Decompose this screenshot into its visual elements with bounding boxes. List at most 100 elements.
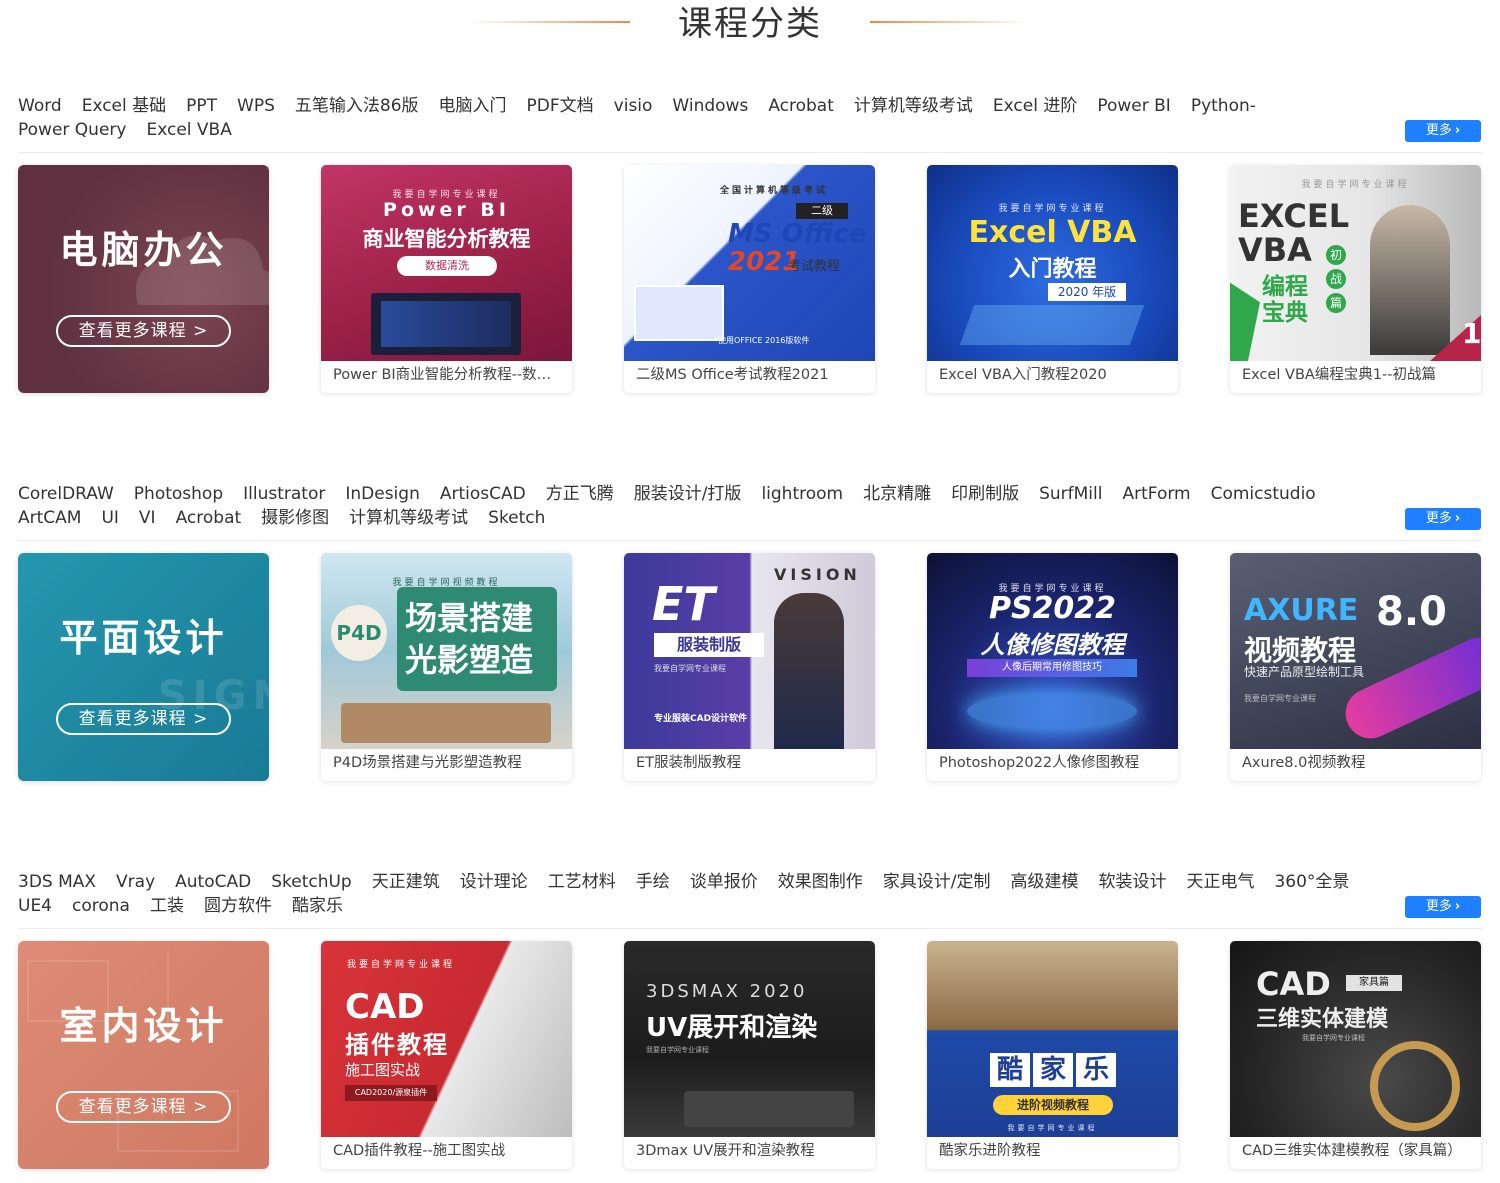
tag-link[interactable]: Photoshop [134, 482, 223, 506]
tag-link[interactable]: 摄影修图 [261, 506, 329, 530]
tag-link[interactable]: 服装设计/打版 [634, 482, 742, 506]
thumb-text: Excel VBA [968, 215, 1137, 250]
more-button[interactable]: 更多 › [1405, 120, 1481, 142]
tag-link[interactable]: corona [72, 894, 130, 918]
tag-link[interactable]: Excel 进阶 [993, 94, 1077, 118]
thumb-text: 三维实体建模 [1256, 1007, 1389, 1032]
tag-link[interactable]: visio [614, 94, 653, 118]
thumb-text: *使用OFFICE 2016版软件 [714, 336, 810, 345]
cloud-icon [136, 235, 269, 305]
thumb-badge: 2020 年版 [1048, 283, 1126, 301]
tag-link[interactable]: 天正电气 [1186, 870, 1254, 894]
tag-link[interactable]: Power Query [18, 118, 126, 142]
tag-link[interactable]: 五笔输入法86版 [295, 94, 419, 118]
tag-link[interactable]: 圆方软件 [204, 894, 272, 918]
tag-link[interactable]: SurfMill [1039, 482, 1102, 506]
tag-link[interactable]: 360°全景 [1274, 870, 1349, 894]
course-card[interactable]: 3DSMAX 2020 UV展开和渲染 我要自学网专业课程 3Dmax UV展开… [624, 941, 875, 1169]
thumb-text: 人像修图教程 [980, 631, 1125, 659]
tag-link[interactable]: 效果图制作 [778, 870, 863, 894]
tag-link[interactable]: 计算机等级考试 [349, 506, 468, 530]
tag-link[interactable]: Comicstudio [1211, 482, 1316, 506]
course-title: Axure8.0视频教程 [1242, 755, 1366, 771]
thumb-badge: 酷 [990, 1053, 1030, 1087]
course-card[interactable]: 酷 家 乐 进阶视频教程 我要自学网专业课程 酷家乐进阶教程 [927, 941, 1178, 1169]
course-title: Excel VBA入门教程2020 [939, 367, 1107, 383]
tag-link[interactable]: Vray [116, 870, 155, 894]
divider [18, 540, 1482, 541]
course-thumbnail: CAD 家具篇 三维实体建模 我要自学网专业课程 [1230, 941, 1481, 1137]
tag-link[interactable]: Power BI [1097, 94, 1170, 118]
tag-link[interactable]: ArtForm [1122, 482, 1190, 506]
tag-link[interactable]: 家具设计/定制 [883, 870, 991, 894]
course-card[interactable]: VISION ET 服装制版 我要自学网专业课程 专业服装CAD设计软件 ET服… [624, 553, 875, 781]
more-button[interactable]: 更多 › [1405, 508, 1481, 530]
tag-link[interactable]: Excel VBA [146, 118, 231, 142]
tag-link[interactable]: 北京精雕 [863, 482, 931, 506]
course-card[interactable]: 全国计算机等级考试 二级 MS Office 2021 考试教程 *使用OFFI… [624, 165, 875, 393]
category-card[interactable]: 室内设计 查看更多课程 > [18, 941, 269, 1169]
view-more-courses-button[interactable]: 查看更多课程 > [56, 703, 231, 735]
tag-link[interactable]: Windows [672, 94, 748, 118]
tag-link[interactable]: 电脑入门 [439, 94, 507, 118]
tag-link[interactable]: PDF文档 [527, 94, 594, 118]
tag-link[interactable]: WPS [237, 94, 275, 118]
tag-link[interactable]: 高级建模 [1010, 870, 1078, 894]
thumb-text: 光影塑造 [405, 641, 534, 679]
category-card[interactable]: 电脑办公 查看更多课程 > [18, 165, 269, 393]
category-section-interior: 3DS MAX Vray AutoCAD SketchUp 天正建筑 设计理论 工艺材料 手绘… [18, 870, 1482, 1170]
tag-link[interactable]: 计算机等级考试 [854, 94, 973, 118]
tag-link[interactable]: 软装设计 [1098, 870, 1166, 894]
tag-link[interactable]: Python- [1191, 94, 1256, 118]
course-card[interactable]: 我要自学网专业课程 CAD 插件教程 施工图实战 CAD2020/源泉插件 CA… [321, 941, 572, 1169]
course-title: 3Dmax UV展开和渲染教程 [636, 1143, 815, 1159]
course-card[interactable]: AXURE 8.0 视频教程 快速产品原型绘制工具 我要自学网专业课程 Axur… [1230, 553, 1481, 781]
tag-link[interactable]: Acrobat [176, 506, 242, 530]
tag-link[interactable]: PPT [186, 94, 217, 118]
thumb-text: 我要自学网专业课程 [654, 664, 726, 673]
course-card[interactable]: 我要自学网专业课程 PS2022 人像修图教程 人像后期常用修图技巧 Photo… [927, 553, 1178, 781]
tag-link[interactable]: VI [139, 506, 156, 530]
tag-link[interactable]: 酷家乐 [292, 894, 343, 918]
course-card[interactable]: 我要自学网专业课程 Excel VBA 入门教程 2020 年版 Excel V… [927, 165, 1178, 393]
view-more-courses-button[interactable]: 查看更多课程 > [56, 1091, 231, 1123]
tag-link[interactable]: InDesign [345, 482, 419, 506]
tag-link[interactable]: AutoCAD [175, 870, 251, 894]
tag-link[interactable]: 方正飞腾 [546, 482, 614, 506]
tag-link[interactable]: Illustrator [243, 482, 325, 506]
thumb-badge: 家具篇 [1346, 975, 1402, 991]
tag-link[interactable]: Word [18, 94, 62, 118]
thumb-text: 1 [1462, 317, 1481, 350]
tag-link[interactable]: 工艺材料 [548, 870, 616, 894]
tag-link[interactable]: CorelDRAW [18, 482, 114, 506]
thumb-text: CAD [1256, 965, 1331, 1003]
tag-link[interactable]: 谈单报价 [690, 870, 758, 894]
more-button[interactable]: 更多 › [1405, 896, 1481, 918]
view-more-courses-button[interactable]: 查看更多课程 > [56, 315, 231, 347]
tag-link[interactable]: Excel 基础 [82, 94, 166, 118]
tag-link[interactable]: SketchUp [271, 870, 352, 894]
tag-link[interactable]: 3DS MAX [18, 870, 96, 894]
tag-link[interactable]: 设计理论 [460, 870, 528, 894]
tag-link[interactable]: 印刷制版 [951, 482, 1019, 506]
course-card[interactable]: 我要自学网视频教程 P4D 场景搭建 光影塑造 P4D场景搭建与光影塑造教程 [321, 553, 572, 781]
course-card[interactable]: 我要自学网专业课程 Power BI 商业智能分析教程 数据清洗 Power B… [321, 165, 572, 393]
category-title: 平面设计 [59, 616, 228, 660]
tag-link[interactable]: UI [101, 506, 118, 530]
thumb-badge: 家 [1033, 1053, 1073, 1087]
tag-link[interactable]: 工装 [150, 894, 184, 918]
tag-link[interactable]: 天正建筑 [372, 870, 440, 894]
tag-link[interactable]: ArtiosCAD [440, 482, 526, 506]
tag-link[interactable]: UE4 [18, 894, 52, 918]
course-thumbnail: 我要自学网专业课程 EXCEL VBA 编程 宝典 初 战 篇 1 [1230, 165, 1481, 361]
thumb-badge: P4D [331, 605, 387, 661]
tag-link[interactable]: ArtCAM [18, 506, 81, 530]
tag-link[interactable]: Acrobat [768, 94, 834, 118]
course-card[interactable]: CAD 家具篇 三维实体建模 我要自学网专业课程 CAD三维实体建模教程（家具篇… [1230, 941, 1481, 1169]
tag-list: CorelDRAW Photoshop Illustrator InDesign Art… [18, 482, 1398, 530]
tag-link[interactable]: 手绘 [636, 870, 670, 894]
tag-link[interactable]: Sketch [488, 506, 545, 530]
tag-link[interactable]: lightroom [761, 482, 843, 506]
course-card[interactable]: 我要自学网专业课程 EXCEL VBA 编程 宝典 初 战 篇 1 Excel … [1230, 165, 1481, 393]
category-card[interactable]: SIGN 平面设计 查看更多课程 > [18, 553, 269, 781]
